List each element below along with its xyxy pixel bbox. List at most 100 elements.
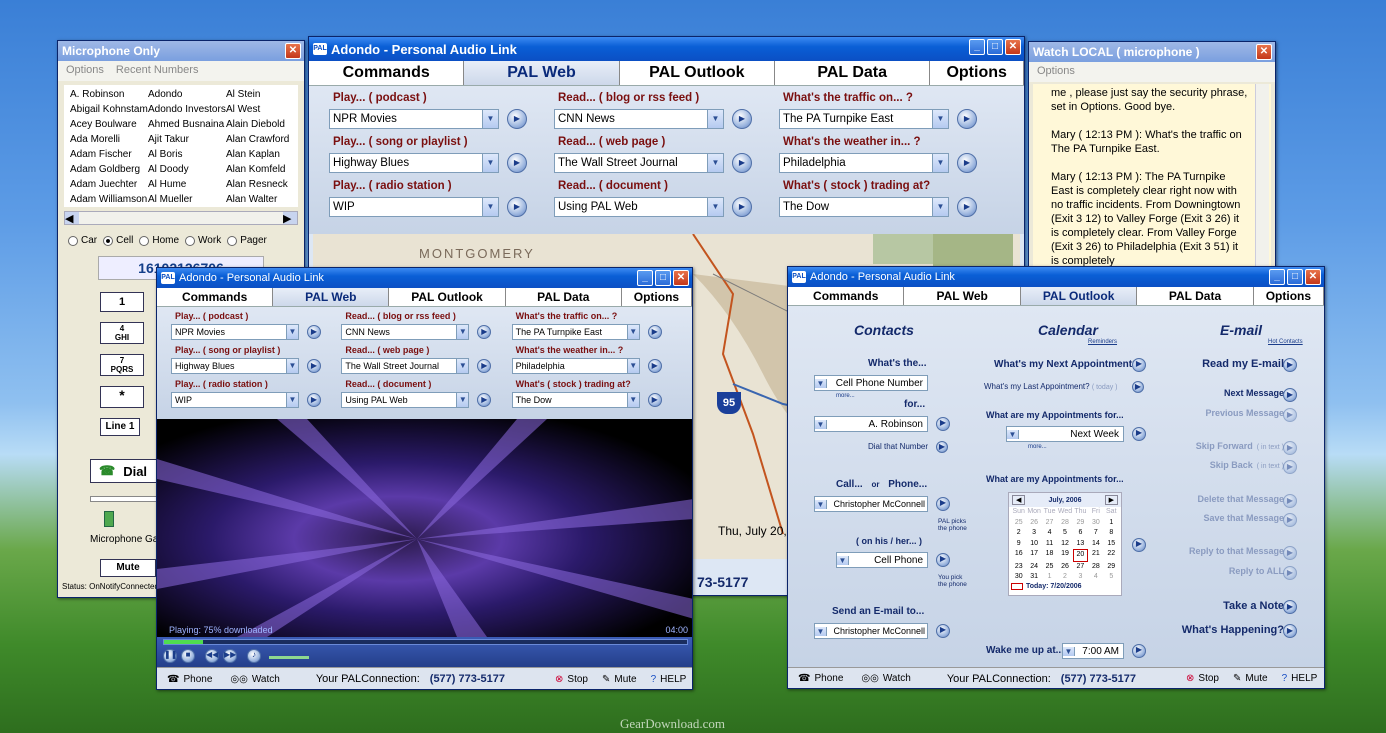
previous-icon[interactable]: ◀◀ [205, 649, 219, 663]
chevron-down-icon[interactable]: ▼ [456, 325, 469, 339]
contact-name[interactable]: Adam Juechter [70, 177, 148, 192]
close-icon[interactable]: ✕ [673, 270, 689, 286]
help-icon[interactable]: ? [651, 674, 657, 685]
calendar-day[interactable]: 17 [1026, 549, 1041, 562]
calendar-day[interactable]: 25 [1042, 562, 1057, 573]
radio-pager[interactable]: Pager [227, 235, 267, 246]
contact-name[interactable]: Al Hume [148, 177, 226, 192]
close-icon[interactable]: ✕ [1005, 39, 1021, 55]
calendar-day[interactable]: 30 [1011, 572, 1026, 583]
contact-name[interactable]: Adam Goldberg [70, 162, 148, 177]
watch-link[interactable]: Watch [252, 674, 280, 685]
calendar-day[interactable]: 8 [1104, 528, 1119, 539]
vertical-scrollbar[interactable] [1255, 84, 1269, 270]
calendar-day[interactable]: 26 [1057, 562, 1072, 573]
go-icon[interactable]: ▶ [647, 359, 662, 373]
calendar-day[interactable]: 16 [1011, 549, 1026, 562]
prev-month-icon[interactable]: ◀ [1012, 495, 1026, 505]
command-select[interactable]: Philadelphia ▼ [511, 358, 640, 374]
contact-name[interactable]: Alan Komfeld [226, 162, 292, 177]
go-icon[interactable]: ▶ [1283, 624, 1297, 638]
contact-name[interactable]: Acey Boulware [70, 117, 148, 132]
go-icon[interactable]: ▶ [732, 153, 752, 173]
next-month-icon[interactable]: ▶ [1104, 495, 1118, 505]
chevron-down-icon[interactable]: ▼ [932, 110, 948, 128]
radio-work[interactable]: Work [185, 235, 221, 246]
mute-icon[interactable]: ✎ [1233, 673, 1241, 684]
contact-name[interactable]: Adondo [148, 87, 226, 102]
mute-button[interactable]: Mute [614, 674, 636, 685]
contact-name[interactable]: Adam Williamson [70, 192, 148, 207]
contact-name[interactable]: Al Doody [148, 162, 226, 177]
calendar-day[interactable]: 29 [1104, 562, 1119, 573]
contact-name[interactable]: A. Robinson [70, 87, 148, 102]
calendar-day[interactable]: 26 [1026, 518, 1041, 529]
go-icon[interactable]: ▶ [1132, 644, 1146, 658]
go-icon[interactable]: ▶ [1283, 600, 1297, 614]
stop-icon[interactable]: ⊗ [555, 674, 563, 685]
stop-icon[interactable]: ■ [181, 649, 195, 663]
go-icon[interactable]: ▶ [1283, 513, 1297, 527]
go-icon[interactable]: ▶ [732, 197, 752, 217]
calendar-day[interactable]: 21 [1088, 549, 1103, 562]
tab-pal-web[interactable]: PAL Web [904, 287, 1021, 305]
chevron-down-icon[interactable]: ▼ [626, 393, 639, 407]
call-person-select[interactable]: Christopher McConnell ▼ [814, 496, 928, 512]
go-icon[interactable]: ▶ [477, 393, 492, 407]
command-select[interactable]: Philadelphia ▼ [779, 153, 949, 173]
menu-recent-numbers[interactable]: Recent Numbers [116, 64, 199, 78]
chevron-down-icon[interactable]: ▼ [815, 378, 827, 388]
go-icon[interactable]: ▶ [307, 325, 321, 339]
command-select[interactable]: Highway Blues ▼ [329, 153, 499, 173]
tab-pal-web[interactable]: PAL Web [464, 61, 620, 85]
command-select[interactable]: CNN News ▼ [341, 324, 470, 340]
chevron-down-icon[interactable]: ▼ [456, 393, 469, 407]
command-select[interactable]: The PA Turnpike East ▼ [511, 324, 640, 340]
help-icon[interactable]: ? [1282, 673, 1288, 684]
contact-row[interactable]: Ada Morelli Ajit Takur Alan Crawford [70, 132, 292, 147]
go-icon[interactable]: ▶ [1283, 408, 1297, 422]
calendar-day[interactable]: 9 [1011, 539, 1026, 550]
command-select[interactable]: WIP ▼ [329, 197, 499, 217]
next-icon[interactable]: ▶▶ [223, 649, 237, 663]
email-person-select[interactable]: Christopher McConnell ▼ [814, 623, 928, 639]
stop-button[interactable]: Stop [567, 674, 588, 685]
go-icon[interactable]: ▶ [1283, 460, 1297, 474]
tab-pal-data[interactable]: PAL Data [1137, 287, 1254, 305]
go-icon[interactable]: ▶ [1283, 358, 1297, 372]
more-link[interactable]: more... [1028, 444, 1047, 450]
calendar-day[interactable]: 29 [1073, 518, 1088, 529]
go-icon[interactable]: ▶ [1283, 546, 1297, 560]
contact-row[interactable]: Adam Fischer Al Boris Alan Kaplan [70, 147, 292, 162]
menu-options[interactable]: Options [66, 64, 104, 78]
contact-field-select[interactable]: Cell Phone Number ▼ [814, 375, 928, 391]
go-icon[interactable]: ▶ [936, 553, 950, 567]
calendar-day[interactable]: 15 [1104, 539, 1119, 550]
chevron-down-icon[interactable]: ▼ [815, 626, 827, 636]
tab-pal-outlook[interactable]: PAL Outlook [389, 288, 506, 306]
calendar-day[interactable]: 3 [1073, 572, 1088, 583]
phone-icon[interactable]: ☎ [167, 674, 179, 685]
chevron-down-icon[interactable]: ▼ [815, 419, 827, 429]
go-icon[interactable]: ▶ [307, 359, 321, 373]
go-icon[interactable]: ▶ [1132, 381, 1144, 393]
calendar-day[interactable]: 2 [1011, 528, 1026, 539]
contact-row[interactable]: Acey Boulware Ahmed Busnaina Alain Diebold [70, 117, 292, 132]
contact-name[interactable]: Adam Fischer [70, 147, 148, 162]
calendar-day[interactable]: 1 [1104, 518, 1119, 529]
minimize-icon[interactable]: _ [1269, 269, 1285, 285]
command-select[interactable]: The PA Turnpike East ▼ [779, 109, 949, 129]
chevron-down-icon[interactable]: ▼ [1007, 429, 1019, 439]
seek-bar[interactable] [163, 639, 688, 645]
go-icon[interactable]: ▶ [936, 417, 950, 431]
command-select[interactable]: NPR Movies ▼ [171, 324, 299, 340]
go-icon[interactable]: ▶ [1132, 538, 1146, 552]
radio-icon[interactable] [227, 235, 238, 246]
line-button[interactable]: Line 1 [100, 418, 140, 436]
chevron-down-icon[interactable]: ▼ [707, 198, 723, 216]
help-button[interactable]: HELP [1291, 673, 1317, 684]
contact-person-select[interactable]: A. Robinson ▼ [814, 416, 928, 432]
tab-options[interactable]: Options [621, 288, 692, 306]
contact-name[interactable]: Al Mueller [148, 192, 226, 207]
chevron-down-icon[interactable]: ▼ [626, 325, 639, 339]
